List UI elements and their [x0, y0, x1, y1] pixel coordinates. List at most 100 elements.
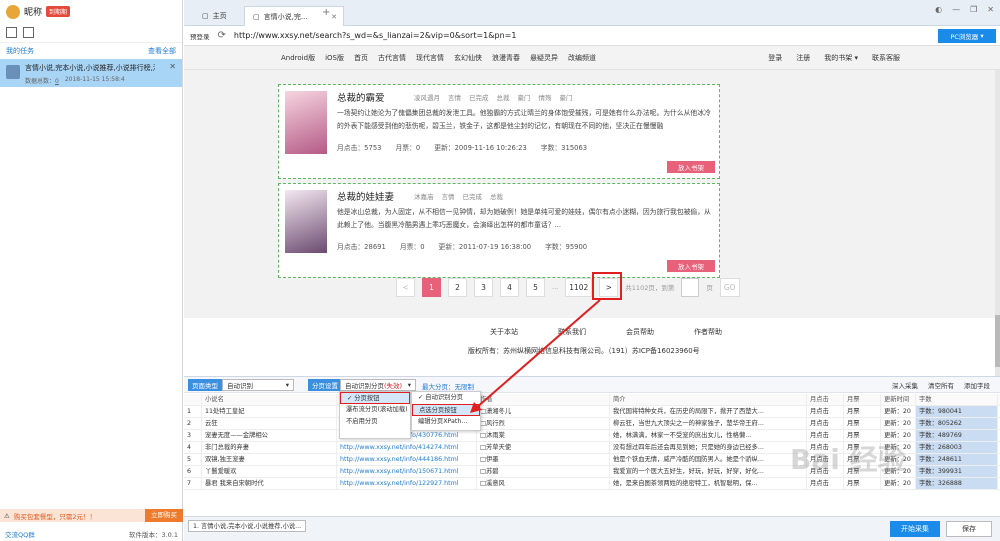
nav-login[interactable]: 登录	[763, 53, 787, 63]
nav-bookshelf[interactable]: 我的书架 ▾	[819, 53, 863, 63]
table-cell: 她，是来自图茶领两姓的绝密特工，机智聪明，保...	[610, 478, 807, 489]
book-description: 一场契约让她沦为了傀儡集团总裁的发泄工具。他独霸的方式让晴兰的身体饱受摧残，可是…	[337, 109, 711, 130]
avatar[interactable]	[6, 4, 20, 19]
table-cell: □芳草天使	[477, 442, 610, 453]
close-tab-icon[interactable]: ✕	[331, 13, 337, 21]
close-window-icon[interactable]: ✕	[987, 5, 994, 14]
prev-page-button[interactable]: <	[396, 277, 415, 297]
page-jump-input[interactable]	[681, 277, 700, 297]
add-to-shelf-button[interactable]: 放入书架	[667, 161, 715, 173]
deep-collect-button[interactable]: 深入采集	[892, 380, 918, 390]
footer-contact[interactable]: 联系我们	[558, 327, 586, 337]
table-cell: http://www.xxsy.net/info/444186.html	[337, 454, 477, 465]
nav-support[interactable]: 联系客服	[867, 53, 905, 63]
book-cover-image[interactable]	[285, 190, 327, 253]
nav-adapted[interactable]: 改编频道	[563, 53, 601, 63]
book-title[interactable]: 总裁的娃娃妻	[337, 189, 394, 203]
buy-now-button[interactable]: 立即购买	[145, 509, 183, 522]
menu-item-no-pagination[interactable]: 不启用分页	[340, 416, 410, 428]
window-controls: ◐ — ❐ ✕	[935, 5, 994, 14]
table-cell: 月票	[844, 478, 881, 489]
book-cover-image[interactable]	[285, 91, 327, 154]
menu-item-edit-xpath[interactable]: 编辑分页XPath...	[412, 416, 480, 428]
table-cell: 月票	[844, 418, 881, 429]
pc-browser-button[interactable]: PC浏览器 ▾	[938, 29, 996, 43]
clear-all-button[interactable]: 清空所有	[928, 380, 954, 390]
footer-author-help[interactable]: 作者帮助	[694, 327, 722, 337]
book-title[interactable]: 总裁的霸爱	[337, 90, 385, 104]
footer-member-help[interactable]: 会员帮助	[626, 327, 654, 337]
tab-home[interactable]: ▢ 主页	[194, 6, 234, 26]
go-button[interactable]: GO	[719, 277, 740, 297]
nav-youth[interactable]: 浪漫青春	[487, 53, 525, 63]
nav-home[interactable]: 首页	[349, 53, 373, 63]
table-cell: 6	[184, 466, 202, 477]
menu-item-auto-detect[interactable]: ✓ 自动识别分页	[412, 392, 480, 404]
tag: 总裁	[490, 193, 503, 201]
page-5[interactable]: 5	[526, 277, 545, 297]
page-1[interactable]: 1	[422, 277, 441, 297]
username[interactable]: 昵称	[24, 5, 42, 18]
book-tags: 沐嘉庙 言情 已完成 总裁	[414, 191, 503, 201]
new-tab-button[interactable]: +	[322, 7, 330, 18]
qq-group-link[interactable]: 交流QQ群	[5, 529, 35, 539]
menu-item-infinite-scroll[interactable]: 瀑布流分页(滚动加载)	[340, 404, 410, 416]
page-2[interactable]: 2	[448, 277, 467, 297]
next-page-highlight	[592, 272, 622, 300]
nav-ancient[interactable]: 古代言情	[373, 53, 411, 63]
pagination-type-menu: ✓ 分页按钮 瀑布流分页(滚动加载) 不启用分页	[339, 391, 411, 439]
task-tab[interactable]: 1. 言情小说,完本小说,小说推荐,小说...	[188, 520, 307, 532]
footer-about[interactable]: 关于本站	[490, 327, 518, 337]
pre-login-button[interactable]: 预登录	[190, 31, 210, 41]
page-type-label: 页面类型	[188, 379, 222, 391]
table-cell: 11处特工皇妃	[202, 406, 337, 417]
scrollbar-thumb[interactable]	[995, 315, 1000, 367]
page-type-select[interactable]: 自动识别 ▾	[222, 379, 294, 391]
refresh-icon[interactable]: ⟳	[218, 30, 226, 41]
menu-item-click-page-button[interactable]: 点选分页按钮	[412, 404, 480, 416]
col-words[interactable]: 字数	[916, 394, 998, 405]
max-pages-link[interactable]: 最大分页：无限制	[422, 381, 474, 391]
book-stats: 月点击：5753 月票：0 更新：2009-11-16 10:26:23 字数：315…	[337, 142, 587, 152]
maximize-icon[interactable]: ❐	[970, 5, 977, 14]
nav-android[interactable]: Android版	[276, 53, 320, 63]
add-field-button[interactable]: 添加字段	[964, 380, 990, 390]
tag: 情殇	[538, 94, 552, 102]
table-row[interactable]: 7 暴君 我来自宋朝时代 http://www.xxsy.net/info/1229…	[184, 478, 1000, 490]
start-collect-button[interactable]: 开始采集	[890, 521, 940, 537]
col-title[interactable]: 小说名	[202, 394, 337, 405]
col-clicks[interactable]: 月点击	[807, 394, 844, 405]
nav-mystery[interactable]: 悬疑灵异	[525, 53, 563, 63]
add-task-icon[interactable]	[6, 27, 17, 38]
nav-fantasy[interactable]: 玄幻仙侠	[449, 53, 487, 63]
col-author[interactable]: 作者	[477, 394, 610, 405]
add-to-shelf-button[interactable]: 放入书架	[667, 260, 715, 272]
page-4[interactable]: 4	[500, 277, 519, 297]
minimize-icon[interactable]: —	[952, 5, 960, 14]
table-row[interactable]: 1 11处特工皇妃 □潇湘冬儿 我代国将特种女兵，在历史的局限下，掀开了西楚大... 月…	[184, 406, 1000, 418]
table-cell: 更新：20	[881, 406, 916, 417]
url-input[interactable]: http://www.xxsy.net/search?s_wd=&s_lianz…	[234, 31, 517, 40]
col-votes[interactable]: 月票	[844, 394, 881, 405]
col-updated[interactable]: 更新时间	[881, 394, 916, 405]
monthly-votes: 月票：0	[399, 243, 425, 251]
grid-header: 小说名 作者 简介 月点击 月票 更新时间 字数	[184, 394, 1000, 406]
skin-icon[interactable]: ◐	[935, 5, 942, 14]
pagination-select[interactable]: 自动识别分页 (失效) ▾	[340, 379, 416, 391]
col-intro[interactable]: 简介	[610, 394, 807, 405]
table-row[interactable]: 2 云狂 □风行烈 柳云狂，当世九大顶尖之一的神家独子，楚华帝王府... 月点击 月票 更新…	[184, 418, 1000, 430]
menu-item-page-button[interactable]: ✓ 分页按钮	[340, 392, 410, 404]
nav-ios[interactable]: iOS版	[320, 53, 349, 63]
browser-tab-bar: ▢ 主页 ▢ 言情小说,完... ✕ + ◐ — ❐ ✕	[184, 0, 1000, 26]
close-task-icon[interactable]: ✕	[169, 62, 176, 71]
view-all-link[interactable]: 查看全部	[148, 46, 176, 56]
table-cell: 他是个铁血无情，威严冷酷的国防男人。她是个骄纵...	[610, 454, 807, 465]
edit-task-icon[interactable]	[23, 27, 34, 38]
task-item[interactable]: 言情小说,完本小说,小说推荐,小说排行榜,淫 数据总数：0 2018-11-15…	[0, 59, 182, 87]
nav-modern[interactable]: 现代言情	[411, 53, 449, 63]
page-3[interactable]: 3	[474, 277, 493, 297]
save-button[interactable]: 保存	[946, 521, 992, 537]
table-cell: 字数：248611	[916, 454, 998, 465]
page-last[interactable]: 1102	[565, 277, 593, 297]
nav-register[interactable]: 注册	[791, 53, 815, 63]
